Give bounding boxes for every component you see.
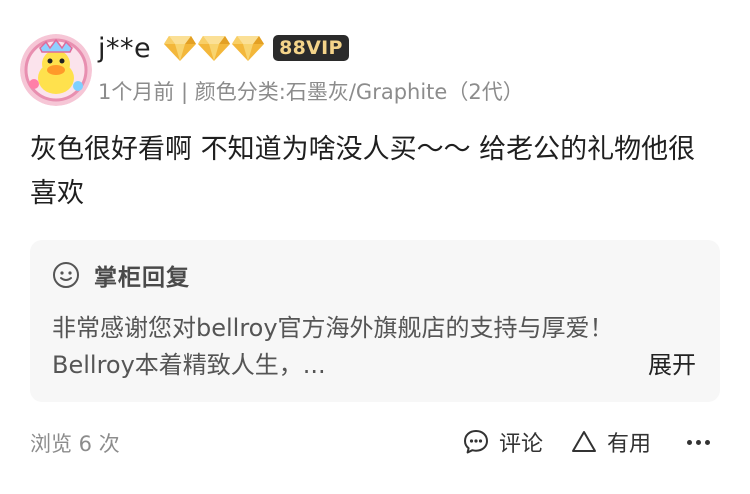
footer-actions: 评论 有用 [435, 424, 710, 460]
reply-title: 掌柜回复 [94, 265, 190, 291]
vip-badge: 88VIP [273, 35, 349, 61]
more-icon[interactable] [683, 439, 710, 445]
reply-header: 掌柜回复 [52, 260, 190, 291]
diamond-icon [232, 36, 265, 61]
view-count: 浏览 6 次 [30, 432, 120, 456]
review-card: j**e 88VIP 1个月前 | 颜色分类:石墨灰/Graphite（2代） … [0, 0, 750, 494]
comment-button[interactable]: 评论 [463, 426, 543, 458]
username[interactable]: j**e [98, 33, 151, 64]
smile-icon [53, 262, 79, 288]
reply-body: 非常感谢您对bellroy官方海外旗舰店的支持与厚爱！Bellroy本着精致人生… [52, 314, 614, 379]
diamond-icon [198, 36, 231, 61]
triangle-icon [571, 431, 596, 452]
useful-button[interactable]: 有用 [571, 426, 651, 458]
diamond-icon [164, 36, 197, 61]
comment-label: 评论 [498, 432, 543, 457]
avatar[interactable] [20, 34, 92, 106]
review-meta: 1个月前 | 颜色分类:石墨灰/Graphite（2代） [98, 80, 524, 104]
seller-reply: 掌柜回复 非常感谢您对bellroy官方海外旗舰店的支持与厚爱！Bellroy本… [30, 240, 720, 402]
comment-icon [463, 430, 488, 454]
review-text: 灰色很好看啊 不知道为啥没人买～～ 给老公的礼物他很喜欢 [30, 134, 696, 209]
expand-button[interactable]: 展开 [648, 347, 696, 384]
useful-label: 有用 [606, 432, 651, 457]
username-row: j**e 88VIP [98, 28, 349, 68]
